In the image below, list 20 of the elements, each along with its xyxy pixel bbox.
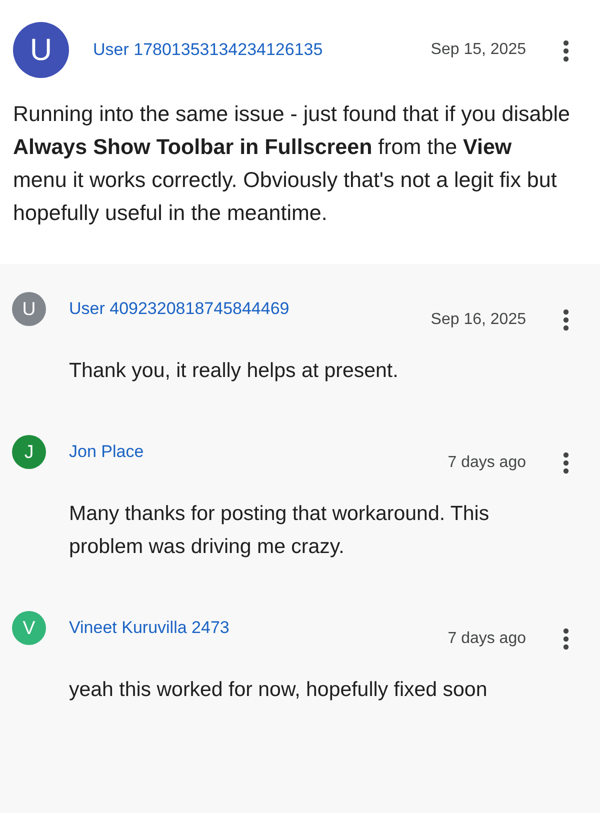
- author-name-link[interactable]: User 4092320818745844469: [69, 299, 290, 319]
- more-options-icon: [563, 309, 569, 331]
- author-name-link[interactable]: Jon Place: [69, 442, 144, 462]
- reply-body: Many thanks for posting that workaround. This problem was driving me crazy.: [69, 501, 490, 560]
- reply-date: Sep 16, 2025: [430, 311, 526, 329]
- post-body: Running into the same issue - just found that if you disable Always Show Toolbar in Fullscreen from the View menu it works correctly. Obviously that's not a legit fix but hopefully useful in the meantime.: [13, 101, 571, 227]
- user-avatar: U: [12, 292, 46, 326]
- author-name-link[interactable]: Vineet Kuruvilla 2473: [69, 618, 230, 638]
- reply-body: Thank you, it really helps at present.: [69, 358, 400, 384]
- post-date: Sep 15, 2025: [430, 41, 526, 59]
- more-options-icon: [563, 40, 569, 62]
- user-avatar: J: [12, 435, 46, 469]
- more-options-icon: [563, 628, 569, 650]
- user-avatar: V: [12, 611, 46, 645]
- reply-date: 7 days ago: [448, 630, 526, 648]
- author-name-link[interactable]: User 17801353134234126135: [93, 40, 323, 60]
- reply-date: 7 days ago: [448, 454, 526, 472]
- more-options-icon: [563, 452, 569, 474]
- reply-body: yeah this worked for now, hopefully fixed soon: [69, 677, 488, 703]
- user-avatar: U: [13, 22, 69, 78]
